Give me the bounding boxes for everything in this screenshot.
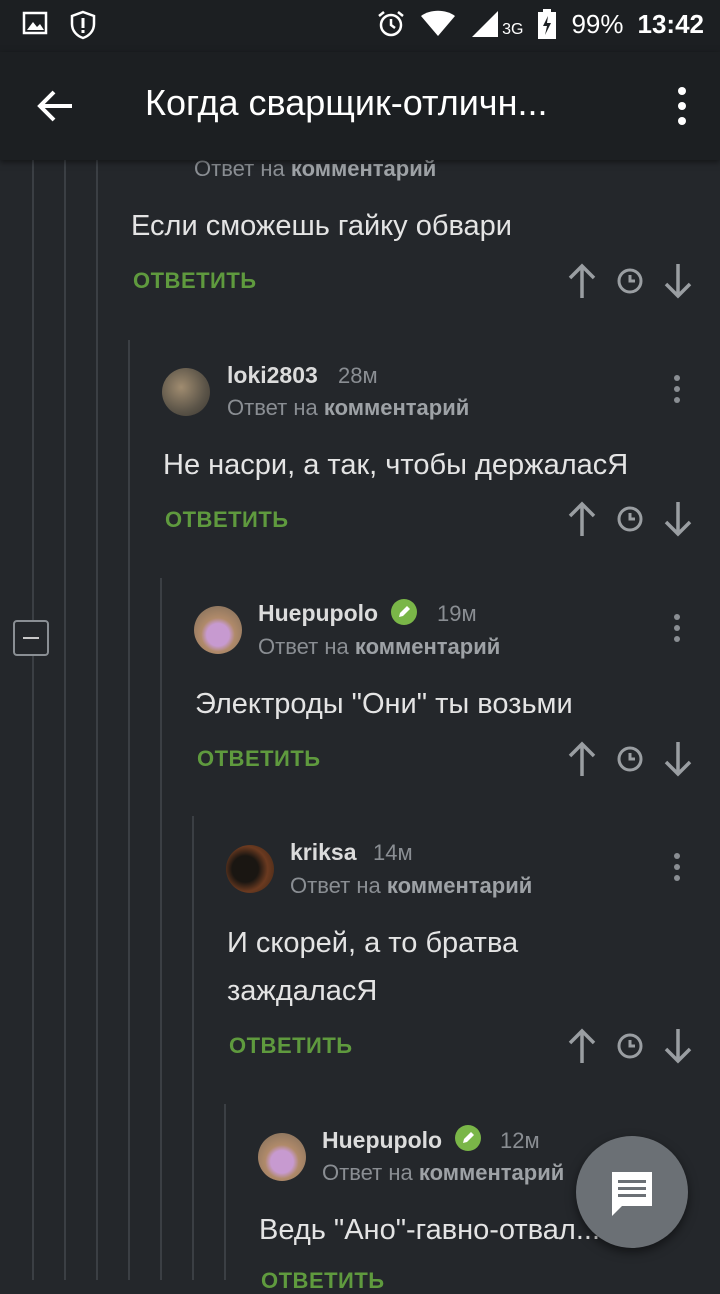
username[interactable]: kriksa [290,839,357,866]
comment-text-line: И скорей, а то братва [227,927,519,959]
comment-time: 14м [373,840,413,865]
wifi-icon [421,10,456,36]
status-bar: 3G 99% 13:42 [0,0,720,52]
comment-text: Ведь "Ано"-гавно-отвал... [259,1214,601,1246]
thread-line [64,160,66,1280]
avatar[interactable] [226,845,274,893]
comment-time: 28м [338,363,378,388]
gallery-notification-icon [22,11,48,35]
reply-button[interactable]: ОТВЕТИТЬ [197,746,321,772]
comment-time: 12м [500,1128,540,1153]
downvote-arrow-icon[interactable] [662,1027,694,1065]
comment-menu-icon[interactable] [672,613,682,643]
battery-icon [538,9,557,39]
clock-icon[interactable] [614,262,646,300]
overflow-menu-icon[interactable] [674,86,690,126]
signal-group: 3G [470,9,523,39]
username[interactable]: Huepupolo [322,1127,442,1154]
back-arrow-icon[interactable] [36,86,76,126]
comment-menu-icon[interactable] [672,852,682,882]
clock-icon[interactable] [614,1027,646,1065]
upvote-arrow-icon[interactable] [566,262,598,300]
reply-to-line: Ответ на комментарий [227,395,470,420]
signal-icon [472,11,499,37]
reply-button[interactable]: ОТВЕТИТЬ [133,268,257,294]
comment-text: Электроды "Они" ты возьми [195,688,573,720]
reply-target-link[interactable]: комментарий [355,634,500,659]
collapse-thread-button[interactable] [13,620,49,656]
comment-text: Если сможешь гайку обвари [131,210,513,242]
thread-line [192,816,194,1280]
clock: 13:42 [637,8,705,39]
thread-line [160,578,162,1280]
thread-line [32,160,34,620]
edit-badge-icon [391,599,417,625]
comment-text-line: заждаласЯ [227,975,378,1007]
comment-text: И скорей, а то братва заждаласЯ [227,919,518,1015]
upvote-arrow-icon[interactable] [566,500,598,538]
shield-alert-icon [70,10,96,40]
comment-text: Не насри, а так, чтобы держаласЯ [163,449,629,481]
alarm-icon [378,11,404,37]
avatar[interactable] [194,606,242,654]
comment-time: 19м [437,601,477,626]
reply-to-line: Ответ на комментарий [258,634,501,659]
reply-button[interactable]: ОТВЕТИТЬ [229,1033,353,1059]
thread-line [224,1104,226,1280]
upvote-arrow-icon[interactable] [566,740,598,778]
avatar[interactable] [162,368,210,416]
thread-line [128,340,130,1280]
page-title: Когда сварщик-отличн... [145,82,548,123]
clock-icon[interactable] [614,500,646,538]
network-type: 3G [502,21,524,38]
reply-to-line: Ответ на комментарий [322,1160,565,1185]
clock-icon[interactable] [614,740,646,778]
downvote-arrow-icon[interactable] [662,740,694,778]
downvote-arrow-icon[interactable] [662,500,694,538]
reply-button[interactable]: ОТВЕТИТЬ [165,507,289,533]
reply-to-line: Ответ на комментарий [290,873,533,898]
reply-target-link[interactable]: комментарий [387,873,532,898]
downvote-arrow-icon[interactable] [662,262,694,300]
username[interactable]: loki2803 [227,362,318,389]
avatar[interactable] [258,1133,306,1181]
username[interactable]: Huepupolo [258,600,378,627]
reply-button[interactable]: ОТВЕТИТЬ [261,1268,385,1294]
new-comment-fab[interactable] [576,1136,688,1248]
comment-icon [612,1172,652,1216]
edit-badge-icon [455,1125,481,1151]
reply-target-link[interactable]: комментарий [419,1160,564,1185]
upvote-arrow-icon[interactable] [566,1027,598,1065]
app-bar: Когда сварщик-отличн... [0,52,720,160]
comment-menu-icon[interactable] [672,374,682,404]
thread-line [32,656,34,1280]
thread-line [96,160,98,1280]
battery-percent: 99% [571,8,624,39]
reply-target-link[interactable]: комментарий [324,395,469,420]
